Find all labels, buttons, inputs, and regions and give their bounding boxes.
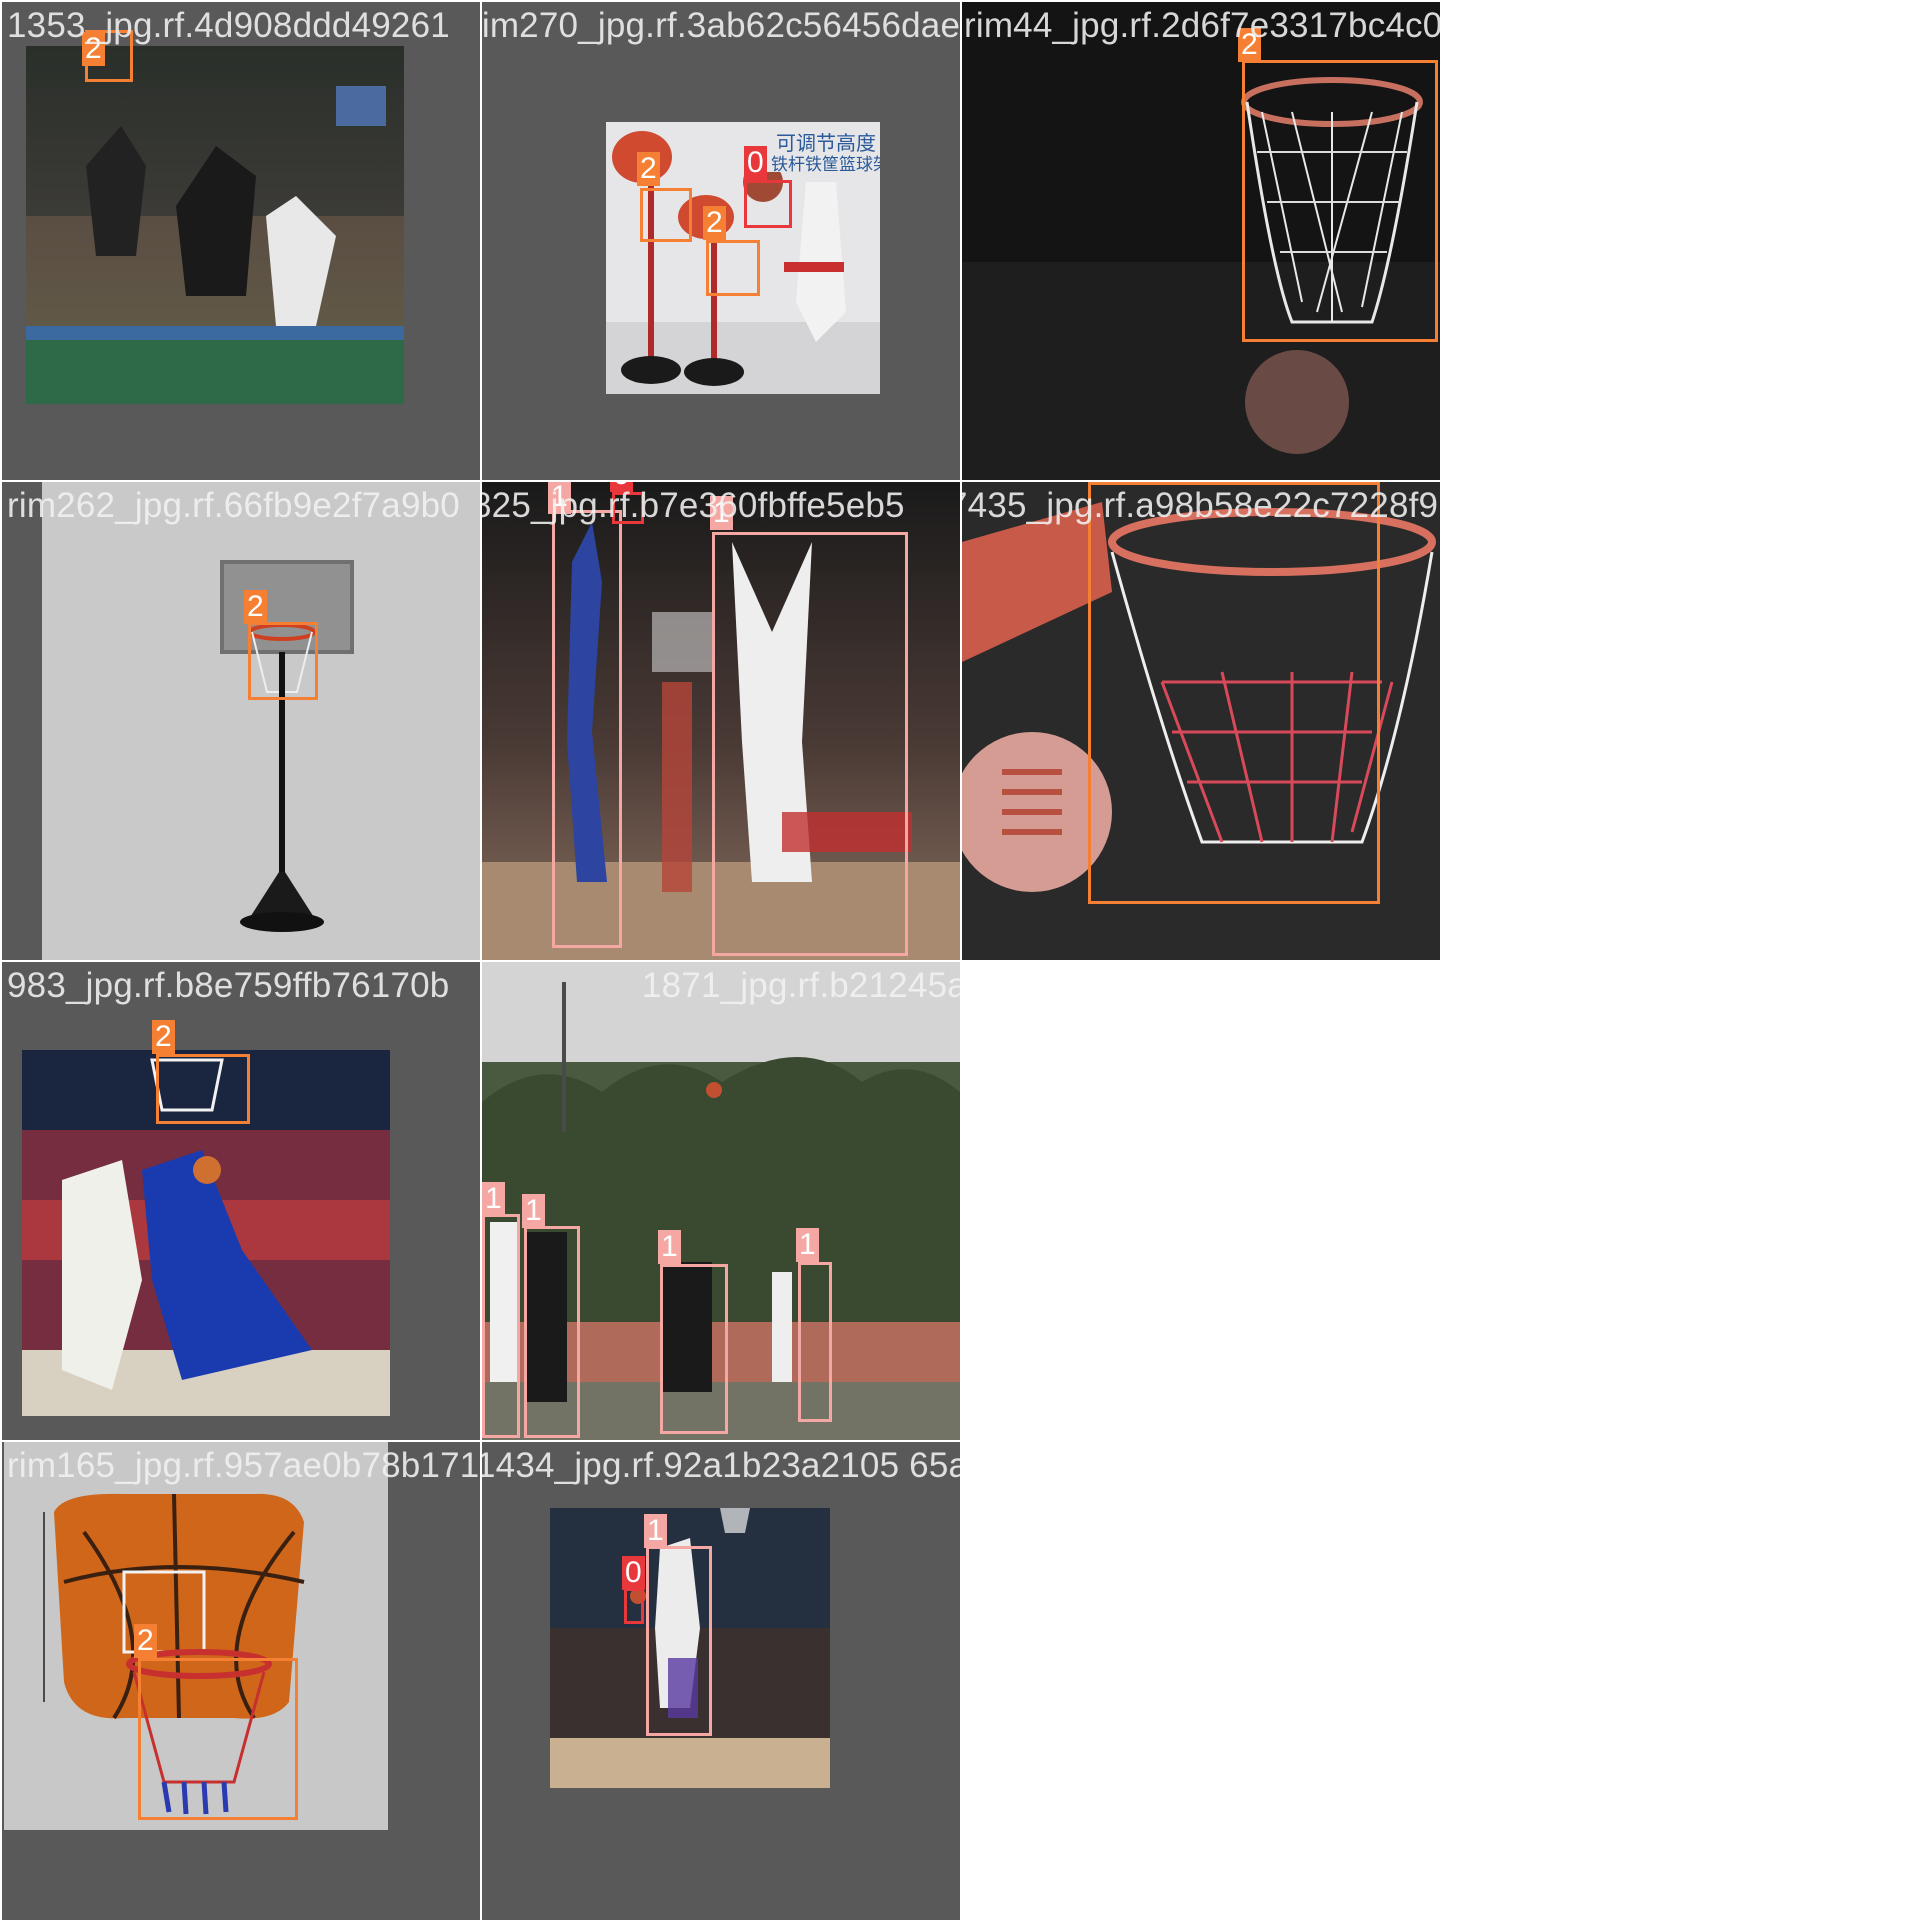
detection-label-class-2: 2 [152,1020,175,1054]
mosaic-tile-6: 2 983_jpg.rf.b8e759ffb76170b [2,962,480,1440]
detection-box-class-0 [744,180,792,228]
detection-box-class-1 [552,510,622,948]
detection-box-class-1 [798,1262,832,1422]
detection-label-class-1: 1 [482,1182,505,1216]
mosaic-tile-9: 1 0 1434_jpg.rf.92a1b23a2105 65a81e533eb… [482,1442,960,1920]
mosaic-tile-3: 2 rim262_jpg.rf.66fb9e2f7a9b0 [2,482,480,960]
detection-label-class-2: 2 [703,206,726,240]
tile-filename: 983_jpg.rf.b8e759ffb76170b [7,966,450,1005]
detection-label-class-1: 1 [796,1228,819,1262]
detection-label-class-2: 2 [244,590,267,624]
detection-label-class-1: 1 [644,1514,667,1548]
detection-box-class-1 [712,532,908,956]
detection-box-class-2 [138,1658,298,1820]
svg-text:铁杆铁筐篮球架: 铁杆铁筐篮球架 [771,155,880,175]
detection-box-class-2 [248,622,318,700]
tile-filename: 1434_jpg.rf.92a1b23a2105 65a81e533ebacbc… [482,1446,960,1485]
detection-box-class-1 [482,1214,520,1438]
mosaic-tile-0: 2 1353_jpg.rf.4d908ddd49261 [2,2,480,480]
tile-filename: rim44_jpg.rf.2d6f7e3317bc4c014dcd6443e91… [964,6,1440,45]
detection-box-class-2 [640,188,692,242]
mosaic-tile-1: 可调节高度 铁杆铁筐篮球架 2 0 2 rim270_jpg.rf.3ab62c… [482,2,960,480]
tile-filename: 825_jpg.rf.b7e360fbffe5eb5 [482,486,905,525]
svg-text:可调节高度: 可调节高度 [776,131,876,155]
tile-filename: 7435_jpg.rf.a98b58e22c7228f92613e98401f9 [962,486,1440,525]
detection-box-class-1 [524,1226,580,1438]
stand-scene [42,482,480,960]
tile-image-basketball-game [26,46,404,404]
mosaic-tile-2: 2 rim44_jpg.rf.2d6f7e3317bc4c014dcd6443e… [962,2,1440,480]
detection-label-class-0: 0 [622,1556,645,1590]
detection-label-class-2: 2 [134,1624,157,1658]
detection-label-class-0: 0 [744,146,767,180]
tile-filename: 1353_jpg.rf.4d908ddd49261 [7,6,450,45]
detection-box-class-2 [706,240,760,296]
mosaic-tile-4: 1 0 1 825_jpg.rf.b7e360fbffe5eb5 [482,482,960,960]
tile-filename: 1871_jpg.rf.b21245a1e6d7c0f74373d1b9f [642,966,960,1005]
detection-box-class-2 [156,1054,250,1124]
tile-filename: rim270_jpg.rf.3ab62c56456daedd [482,6,960,45]
mosaic-tile-7: 1 1 1 1 1871_jpg.rf.b21245a1e6d7c0f74373… [482,962,960,1440]
detection-box-class-0 [624,1588,644,1624]
detection-box-class-1 [660,1264,728,1434]
detection-box-class-2 [1088,482,1380,904]
detection-box-class-1 [646,1546,712,1736]
detection-box-class-2 [1242,60,1438,342]
detection-label-class-1: 1 [522,1194,545,1228]
detection-label-class-2: 2 [637,152,660,186]
mosaic-tile-5: 2 7435_jpg.rf.a98b58e22c7228f92613e98401… [962,482,1440,960]
detection-label-class-1: 1 [658,1230,681,1264]
tile-filename: rim262_jpg.rf.66fb9e2f7a9b0 [7,486,460,525]
tile-image-hoop-stand [42,482,480,960]
mosaic-tile-8: 2 rim165_jpg.rf.957ae0b78b171 [2,1442,480,1920]
tile-filename: rim165_jpg.rf.957ae0b78b171 [7,1446,480,1485]
court-scene [26,46,404,404]
